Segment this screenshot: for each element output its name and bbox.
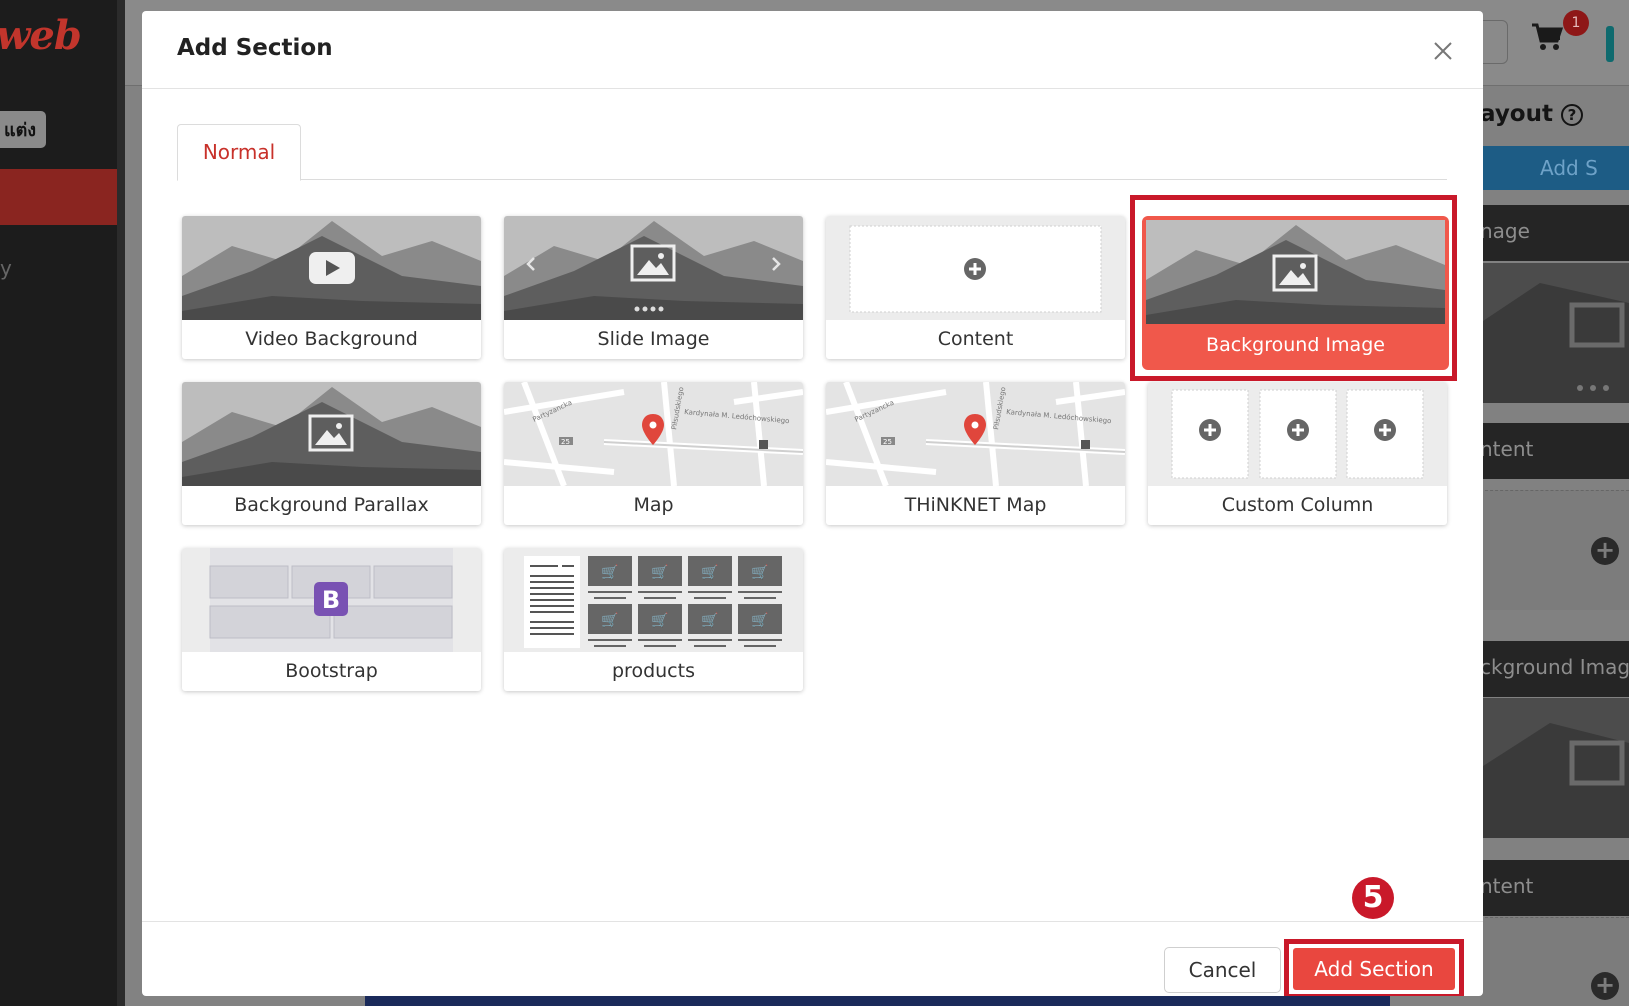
card-thumbnail: 🛒 🛒 🛒 🛒 🛒 🛒 🛒 🛒 [504,548,803,652]
modal-header: Add Section [142,11,1483,89]
selected-card-highlight [1130,195,1457,381]
cart-icon: 🛒 [601,612,618,629]
modal-footer: Cancel Add Section [142,921,1483,996]
card-content[interactable]: Content [826,216,1125,359]
card-label: Bootstrap [285,660,378,682]
card-custom-column[interactable]: Custom Column [1148,382,1447,525]
modal-title: Add Section [177,35,333,61]
add-section-highlight: Add Section [1284,939,1464,996]
layout-row-preview [1480,698,1629,838]
close-icon [1434,42,1452,60]
layout-panel-title-text: ayout [1480,101,1553,127]
add-icon [1287,419,1309,441]
cart-icon [1530,22,1564,60]
add-section-button[interactable]: Add Section [1293,948,1455,990]
card-thinknet-map[interactable]: 25 Partyzancka Kardynała M. Ledóchowskie… [826,382,1125,525]
card-thumbnail [182,216,481,320]
card-label: Content [937,328,1014,350]
card-thumbnail: 25 Partyzancka Kardynała M. Ledóchowskie… [504,382,803,486]
cart-icon: 🛒 [751,612,768,629]
sidebar-scrollbar [117,0,125,1006]
layout-row-header: ckground Image [1480,641,1629,697]
add-icon [1374,419,1396,441]
card-label: THiNKNET Map [904,494,1047,516]
brand-mark [1606,26,1614,62]
cart-icon: 🛒 [651,564,668,581]
cart-icon: 🛒 [651,612,668,629]
video-play-icon [309,252,355,284]
card-video-background[interactable]: Video Background [182,216,481,359]
card-thumbnail: B [182,548,481,652]
layout-row-header: ntent [1480,423,1629,479]
card-label: products [612,660,695,682]
layout-row-label: ntent [1480,437,1534,461]
close-button[interactable] [1429,37,1457,65]
layout-panel-title: ayout ? [1480,101,1583,127]
cart-icon: 🛒 [751,564,768,581]
cart-icon: 🛒 [701,564,718,581]
add-icon: + [1591,537,1619,565]
app-logo: web [0,12,82,59]
background-add-section-bar: Add S [1470,146,1629,190]
tab-normal[interactable]: Normal [177,124,301,181]
card-label: Map [633,494,674,516]
add-section-fragment: Add S [1540,156,1598,180]
background-page-image [365,996,1390,1006]
sidebar-pill: แต่ง [0,111,47,148]
cart-icon: 🛒 [701,612,718,629]
card-label: Custom Column [1221,494,1374,516]
bootstrap-icon: B [314,582,348,616]
layout-row-label: nage [1480,219,1530,243]
card-thumbnail [826,216,1125,320]
add-icon [1199,419,1221,441]
card-bootstrap[interactable]: B Bootstrap [182,548,481,691]
card-label: Slide Image [597,328,710,350]
map-street-label: 25 [883,438,892,446]
layout-row-preview [1480,263,1629,403]
card-thumbnail [182,382,481,486]
background-sidebar: web แต่ง y [0,0,125,1006]
add-icon [964,258,986,280]
section-tabs: Normal [177,124,1447,181]
layout-row-header: nage [1480,205,1629,261]
sidebar-active-item [0,169,117,225]
cancel-button[interactable]: Cancel [1164,947,1281,993]
card-label: Background Parallax [234,494,429,516]
card-label: Video Background [245,328,418,350]
sidebar-item-fragment: y [0,256,12,280]
map-street-label: 25 [561,438,570,446]
cart-icon: 🛒 [601,564,618,581]
card-thumbnail [504,216,803,320]
bootstrap-letter: B [322,586,340,614]
layout-row-label: ntent [1480,874,1534,898]
add-icon: + [1591,972,1619,1000]
cart-badge: 1 [1563,10,1589,36]
help-icon: ? [1561,103,1583,126]
layout-row-header: ntent [1480,860,1629,916]
card-slide-image[interactable]: Slide Image [504,216,803,359]
card-map[interactable]: 25 Partyzancka Kardynała M. Ledóchowskie… [504,382,803,525]
layout-row-label: ckground Image [1480,655,1629,679]
step-marker: 5 [1352,877,1394,919]
card-products[interactable]: 🛒 🛒 🛒 🛒 🛒 🛒 🛒 🛒 products [504,548,803,691]
add-section-modal: Add Section Normal Video Background Slid… [142,11,1483,996]
card-thumbnail [1148,382,1447,486]
card-thumbnail: 25 Partyzancka Kardynała M. Ledóchowskie… [826,382,1125,486]
card-background-parallax[interactable]: Background Parallax [182,382,481,525]
